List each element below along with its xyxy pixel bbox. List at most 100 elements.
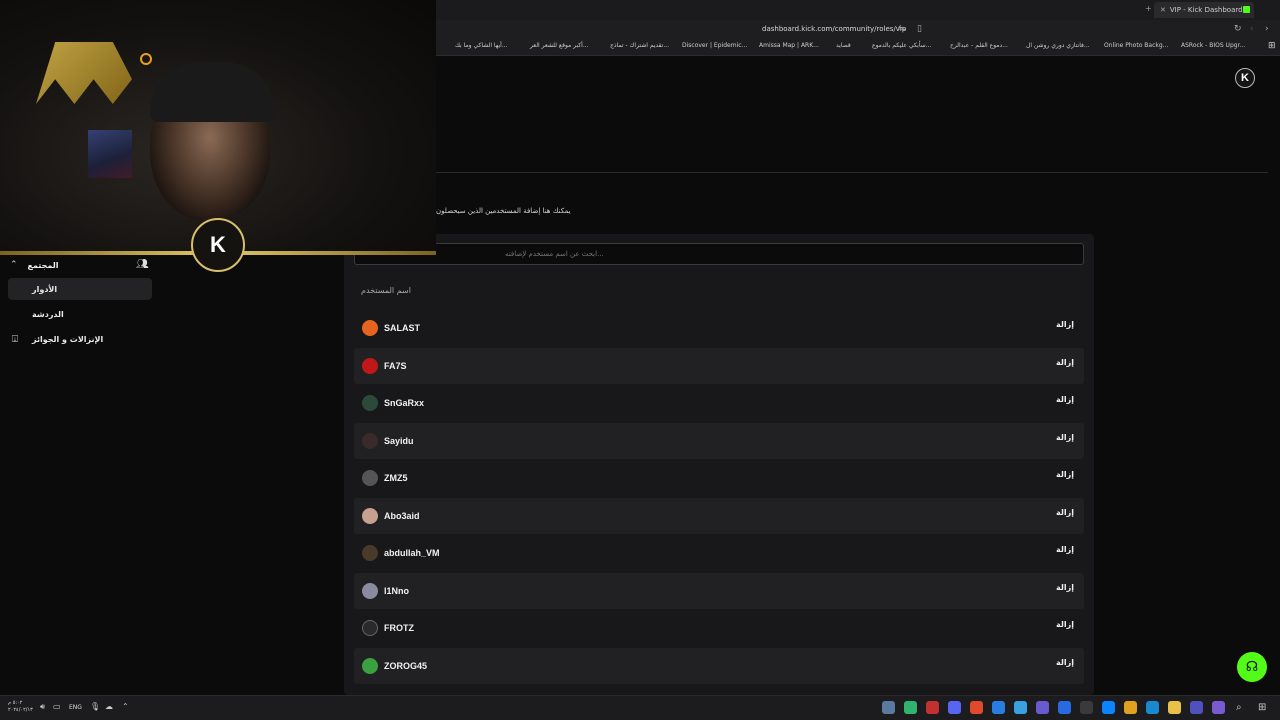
sidebar-section-label: المجتمع [27, 260, 59, 270]
brave-app-icon[interactable] [970, 701, 983, 714]
cloud-icon[interactable]: ☁ [105, 702, 113, 711]
taskbar-clock[interactable]: ٥:٠٢ م ٢٠٢٤/٠٢/١٣ [8, 700, 33, 714]
remove-button[interactable]: إزالة [1056, 508, 1074, 517]
reload-icon[interactable]: ↻ [1234, 24, 1242, 34]
app-icon[interactable] [904, 701, 917, 714]
bookmark-item[interactable]: ASRock - BIOS Upgr... [1181, 42, 1245, 49]
page-description: يمكنك هنا إضافة المستخدمين الذين سيحصلون [436, 207, 571, 215]
avatar [362, 508, 378, 524]
username[interactable]: SnGaRxx [384, 398, 424, 408]
sidebar-item-roles[interactable]: الأدوار [8, 278, 152, 300]
kick-logo-icon[interactable]: K [1235, 68, 1255, 88]
app-icon[interactable] [926, 701, 939, 714]
avatar [362, 658, 378, 674]
bookmark-item[interactable]: Amissa Map | ARK... [759, 42, 819, 49]
bookmark-item[interactable]: أيها الشاكي وما بك... [455, 42, 508, 49]
remove-button[interactable]: إزالة [1056, 433, 1074, 442]
edge-app-icon[interactable] [1146, 701, 1159, 714]
browser-tab[interactable]: ✕ VIP - Kick Dashboard [1154, 2, 1254, 18]
clock-date: ٢٠٢٤/٠٢/١٣ [8, 707, 33, 713]
close-tab-icon[interactable]: ✕ [1160, 6, 1166, 14]
chevron-up-icon: ⌃ [10, 260, 18, 270]
app-icon[interactable] [1080, 701, 1093, 714]
chrome-app-icon[interactable] [1124, 701, 1137, 714]
steam-app-icon[interactable] [882, 701, 895, 714]
apps-grid-icon[interactable]: ⊞ [1268, 41, 1276, 51]
bookmark-item[interactable]: فانتازي دوري روشن ال... [1026, 42, 1090, 49]
app-icon[interactable] [1014, 701, 1027, 714]
sidebar-item-drops-rewards[interactable]: الإنزالات و الجوائز [8, 328, 152, 350]
username[interactable]: Abo3aid [384, 511, 420, 521]
table-row: SnGaRxx إزالة [354, 385, 1084, 421]
app-icon[interactable] [1036, 701, 1049, 714]
bookmark-item[interactable]: دموع القلم - عبدالرح... [950, 42, 1008, 49]
username[interactable]: l1Nno [384, 586, 409, 596]
forward-icon[interactable]: ‹ [1250, 24, 1254, 34]
bookmark-item[interactable]: Discover | Epidemic... [682, 42, 747, 49]
url-field[interactable]: dashboard.kick.com/community/roles/vip [762, 25, 906, 33]
back-icon[interactable]: › [1265, 24, 1269, 34]
table-row: abdullah_VM إزالة [354, 535, 1084, 571]
avatar [362, 320, 378, 336]
start-menu-icon[interactable]: ⊞ [1258, 702, 1266, 713]
bookmark-item[interactable]: Online Photo Backg... [1104, 42, 1168, 49]
username-column-header: اسم المستخدم [361, 286, 411, 295]
avatar [362, 470, 378, 486]
bookmark-item[interactable]: سأبكي عليكم بالدموع... [872, 42, 931, 49]
avatar [362, 358, 378, 374]
remove-button[interactable]: إزالة [1056, 620, 1074, 629]
remove-button[interactable]: إزالة [1056, 583, 1074, 592]
app-icon[interactable] [1102, 701, 1115, 714]
remove-button[interactable]: إزالة [1056, 545, 1074, 554]
app-icon[interactable] [992, 701, 1005, 714]
avatar [362, 545, 378, 561]
network-icon[interactable]: ▭ [53, 702, 61, 711]
header-divider [436, 172, 1268, 173]
new-tab-icon[interactable]: + [1145, 4, 1152, 13]
sidebar-item-chat[interactable]: الدردشة [8, 303, 152, 325]
bookmark-item[interactable]: تقديم اشتراك - تماذج... [610, 42, 669, 49]
avatar [362, 395, 378, 411]
language-indicator[interactable]: ENG [69, 704, 82, 711]
teams-app-icon[interactable] [1190, 701, 1203, 714]
remove-button[interactable]: إزالة [1056, 658, 1074, 667]
tab-title: VIP - Kick Dashboard [1169, 6, 1243, 14]
sidebar-item-label: الدردشة [32, 309, 64, 319]
bookmark-item[interactable]: أكبر موقع للشعر العر... [530, 42, 589, 49]
remove-button[interactable]: إزالة [1056, 395, 1074, 404]
background-monitor [88, 130, 132, 178]
table-row: FA7S إزالة [354, 348, 1084, 384]
username[interactable]: abdullah_VM [384, 548, 440, 558]
file-explorer-icon[interactable] [1168, 701, 1181, 714]
table-row: ZMZ5 إزالة [354, 460, 1084, 496]
remove-button[interactable]: إزالة [1056, 358, 1074, 367]
username[interactable]: FA7S [384, 361, 407, 371]
username[interactable]: FROTZ [384, 623, 414, 633]
discord-app-icon[interactable] [948, 701, 961, 714]
app-icon[interactable] [1058, 701, 1071, 714]
avatar [362, 583, 378, 599]
streamer-logo-badge: K [191, 218, 245, 272]
username[interactable]: ZMZ5 [384, 473, 408, 483]
translate-icon[interactable]: ⇋ [898, 24, 906, 34]
search-input[interactable] [354, 243, 1084, 265]
username[interactable]: ZOROG45 [384, 661, 427, 671]
remove-button[interactable]: إزالة [1056, 320, 1074, 329]
copilot-app-icon[interactable] [1212, 701, 1225, 714]
ring-light [140, 53, 152, 65]
headset-icon: ☊ [1245, 659, 1259, 675]
avatar [362, 620, 378, 636]
bookmark-icon[interactable]: ▯ [917, 24, 922, 34]
username[interactable]: Sayidu [384, 436, 414, 446]
bookmark-item[interactable]: قصايد [836, 42, 851, 49]
support-chat-button[interactable]: ☊ [1237, 652, 1267, 682]
username[interactable]: SALAST [384, 323, 420, 333]
remove-button[interactable]: إزالة [1056, 470, 1074, 479]
table-row: l1Nno إزالة [354, 573, 1084, 609]
search-icon[interactable]: ⌕ [1236, 702, 1242, 713]
volume-icon[interactable]: 🔊︎ [40, 702, 45, 712]
mic-icon[interactable]: 🎙︎ [90, 702, 100, 711]
sidebar-item-label: الأدوار [32, 284, 58, 294]
chevron-up-icon[interactable]: ⌃ [122, 702, 129, 711]
sidebar-item-label: الإنزالات و الجوائز [32, 334, 104, 344]
